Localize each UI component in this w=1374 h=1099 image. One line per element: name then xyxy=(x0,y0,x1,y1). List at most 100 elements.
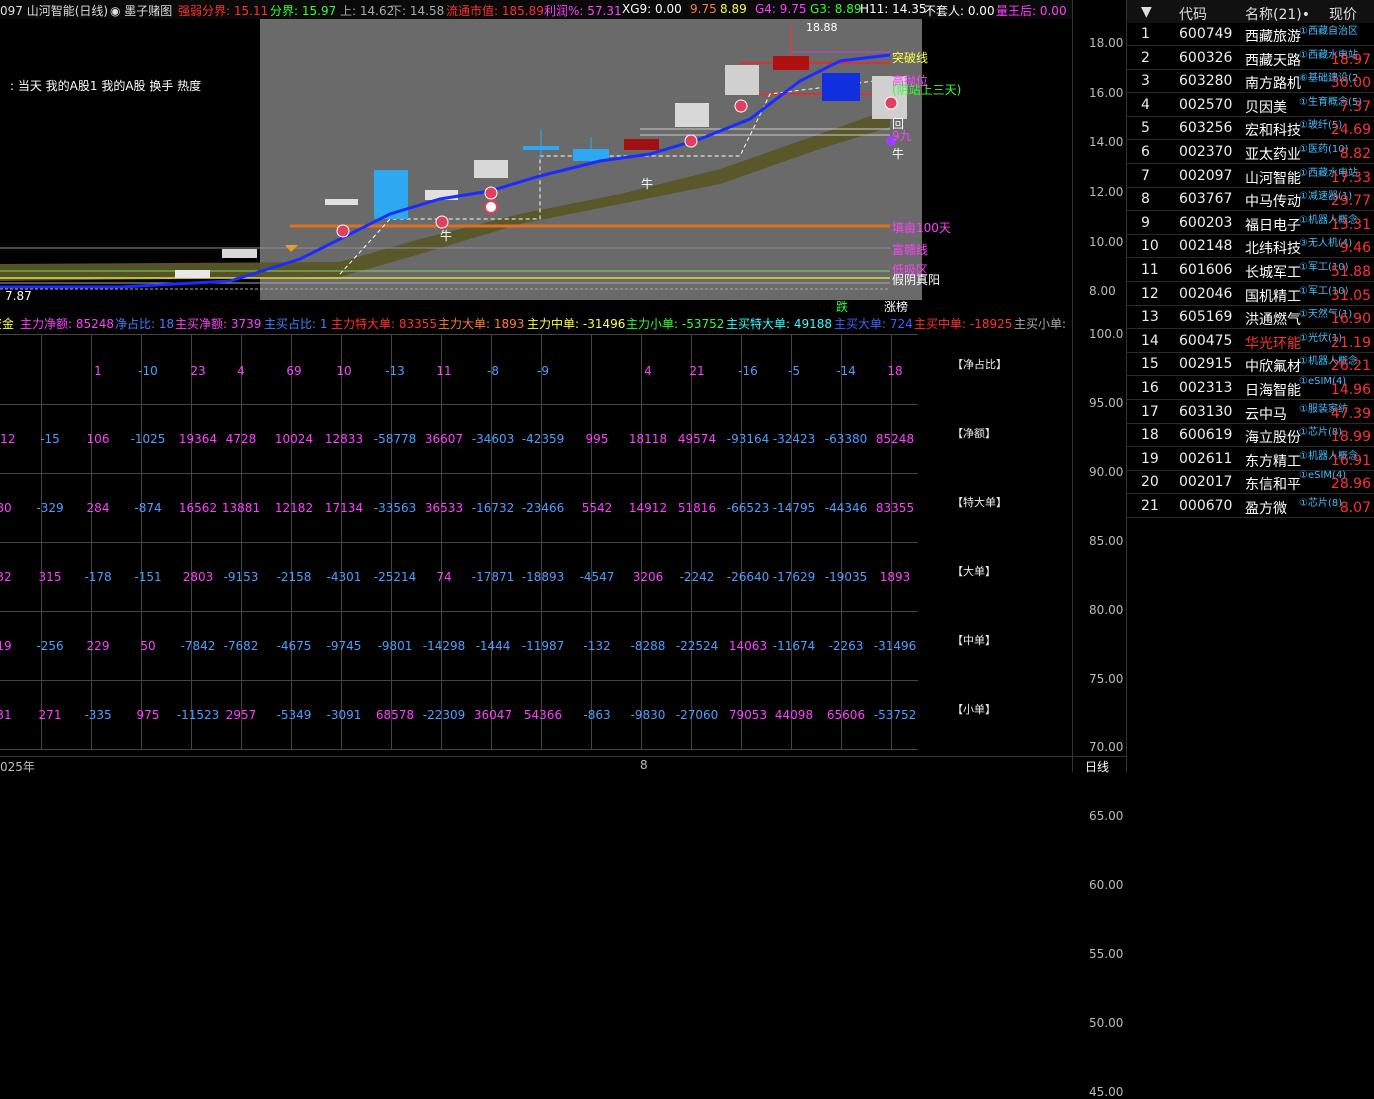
stock-code: 603256 xyxy=(1179,120,1233,137)
stock-list-row[interactable]: 7 002097 山河智能 ①西藏水电站 17.33 xyxy=(1127,164,1374,187)
stock-list-row[interactable]: 5 603256 宏和科技 ①玻纤(5) 24.69 xyxy=(1127,116,1374,139)
grid-vline xyxy=(691,335,692,749)
stock-list-row[interactable]: 19 002611 东方精工 ①机器人概念 16.91 xyxy=(1127,447,1374,470)
price-tick: 16.00 xyxy=(1089,86,1124,100)
period-button[interactable]: 日线 xyxy=(1085,758,1109,775)
month-label: 8 xyxy=(640,758,648,772)
fund-cell: -66523 xyxy=(726,501,770,515)
stock-list-row[interactable]: 14 600475 华光环能 ①光伏(1) 21.19 xyxy=(1127,329,1374,352)
name-column-header[interactable]: 名称(21)• xyxy=(1245,4,1310,24)
stock-list-row[interactable]: 8 603767 中马传动 ①减速器(1) 29.77 xyxy=(1127,187,1374,210)
fund-cell: -32423 xyxy=(772,432,816,446)
percent-tick: 80.00 xyxy=(1089,602,1124,617)
row-index: 5 xyxy=(1141,120,1150,137)
fund-cell: -4675 xyxy=(276,639,312,653)
fund-cell: 10 xyxy=(336,364,352,378)
fund-cell: 12182 xyxy=(274,501,314,515)
topbar-indicator: 强弱分界: 15.11 xyxy=(178,4,269,18)
code-column-header[interactable]: 代码 xyxy=(1179,4,1207,24)
fund-cell: -3091 xyxy=(326,708,362,722)
fund-cell: -8 xyxy=(487,364,499,378)
stock-list-row[interactable]: 4 002570 贝因美 ①生育概念(5) 7.37 xyxy=(1127,93,1374,116)
sort-down-icon[interactable]: ▼ xyxy=(1141,4,1152,20)
peak-price-label: 18.88 xyxy=(806,21,838,34)
grid-hline xyxy=(0,680,918,681)
fund-row-label: 【净占比】 xyxy=(952,358,1007,371)
fund-cell: 36047 xyxy=(473,708,513,722)
topbar-indicator: H11: 14.35 xyxy=(860,2,927,16)
fund-header-item: 主买中单: -18925 xyxy=(914,317,1013,331)
fund-cell: 54366 xyxy=(523,708,563,722)
fund-cell: 68578 xyxy=(375,708,415,722)
fund-cell: -34603 xyxy=(471,432,515,446)
stock-list-row[interactable]: 21 000670 盈方微 ①芯片(8) 8.07 xyxy=(1127,494,1374,517)
stock-list-row[interactable]: 15 002915 中欣氟材 ①机器人概念 26.21 xyxy=(1127,352,1374,375)
stock-list-row[interactable]: 16 002313 日海智能 ①eSIM(4) 14.96 xyxy=(1127,376,1374,399)
fund-cell: -63380 xyxy=(824,432,868,446)
stock-list-row[interactable]: 3 603280 南方路机 ⑥基础建设(2 30.00 xyxy=(1127,69,1374,92)
stock-list-row[interactable]: 12 002046 国机精工 ①军工(10) 31.05 xyxy=(1127,282,1374,305)
stock-name: 洪通燃气 xyxy=(1245,312,1301,329)
fund-cell: -132 xyxy=(583,639,611,653)
stock-list-row[interactable]: 10 002148 北纬科技 ③无人机(4) 9.46 xyxy=(1127,234,1374,257)
fund-cell: -16732 xyxy=(471,501,515,515)
stock-list-row[interactable]: 18 600619 海立股份 ①芯片(8) 18.99 xyxy=(1127,423,1374,446)
topbar-indicator: 上: 14.62 xyxy=(340,4,395,18)
row-index: 18 xyxy=(1141,427,1159,444)
topbar-indicator: ◉ 墨子赌图 xyxy=(110,4,173,18)
label-fall: 跌 xyxy=(836,300,849,312)
stock-price: 8.82 xyxy=(1339,146,1371,162)
fund-header-item: 主力净额: 85248 xyxy=(20,317,115,331)
topbar-indicator: 9.75 xyxy=(690,2,717,16)
stock-list-row[interactable]: 6 002370 亚太药业 ①医药(10) 8.82 xyxy=(1127,140,1374,163)
topbar-indicator: G4: 9.75 xyxy=(755,2,807,16)
stock-code: 002017 xyxy=(1179,474,1233,491)
grid-vline xyxy=(841,335,842,749)
fund-cell: -58778 xyxy=(373,432,417,446)
stock-code: 600475 xyxy=(1179,332,1233,349)
fund-cell: 13881 xyxy=(221,501,261,515)
fund-cell: 229 xyxy=(86,639,110,653)
fund-cell: -26640 xyxy=(726,570,770,584)
stock-list-row[interactable]: 9 600203 福日电子 ①机器人概念 13.31 xyxy=(1127,211,1374,234)
fund-header-item: 主力大单: 1893 xyxy=(438,317,525,331)
stock-list-row[interactable]: 17 603130 云中马 ①服装家纺 47.39 xyxy=(1127,400,1374,423)
grid-hline xyxy=(0,473,918,474)
price-column-header[interactable]: 现价 xyxy=(1329,4,1357,24)
row-index: 20 xyxy=(1141,474,1159,491)
fund-cell: -8288 xyxy=(630,639,666,653)
bull-label: 牛 xyxy=(641,177,654,191)
fund-header-item: 主买净额: 3739 xyxy=(175,317,262,331)
stock-name: 海立股份 xyxy=(1245,430,1301,447)
indicator-topbar: 097 山河智能(日线) ◉ 墨子赌图 强弱分界: 15.11 分界: 15.97 上:… xyxy=(0,0,1072,19)
stock-list-row[interactable]: 1 600749 西藏旅游 ①西藏自治区 xyxy=(1127,22,1374,45)
row-index: 12 xyxy=(1141,285,1159,302)
topbar-indicator: 097 山河智能(日线) xyxy=(0,4,109,18)
grid-vline xyxy=(791,335,792,749)
stock-list-row[interactable]: 2 600326 西藏天路 ①西藏水电站 18.97 xyxy=(1127,46,1374,69)
fund-cell: -42359 xyxy=(521,432,565,446)
price-tick: 14.00 xyxy=(1089,135,1124,149)
stock-price: 14.96 xyxy=(1330,382,1371,398)
fund-cell: -335 xyxy=(84,708,112,722)
label-100day: 填亩100天 xyxy=(892,221,951,235)
fund-cell: 18118 xyxy=(628,432,668,446)
row-index: 7 xyxy=(1141,167,1150,184)
stock-list-row[interactable]: 13 605169 洪通燃气 ①天然气(1) 16.90 xyxy=(1127,305,1374,328)
stock-name: 福日电子 xyxy=(1245,217,1301,234)
fund-cell: 21 xyxy=(689,364,705,378)
stock-list-row[interactable]: 11 601606 长城军工 ①军工(10) 51.88 xyxy=(1127,258,1374,281)
stock-name: 亚太药业 xyxy=(1245,147,1301,163)
fund-cell: 975 xyxy=(136,708,160,722)
fund-cell: 36533 xyxy=(424,501,464,515)
fund-cell: -9153 xyxy=(223,570,259,584)
fund-header-item: 主买占比: 1 xyxy=(264,317,328,331)
stock-name: 西藏天路 xyxy=(1245,52,1301,69)
kline-chart[interactable]: : 当天 我的A股1 我的A股 换手 热度 7.87 18.88 突破线 高抛位… xyxy=(0,19,1072,312)
fund-cell: -15 xyxy=(40,432,60,446)
stock-list-row[interactable]: 20 002017 东信和平 ①eSIM(4) 28.96 xyxy=(1127,470,1374,493)
stock-price: 8.07 xyxy=(1339,500,1371,516)
fund-cell: -1444 xyxy=(475,639,511,653)
grid-vline xyxy=(41,335,42,749)
stock-code: 600326 xyxy=(1179,49,1233,66)
